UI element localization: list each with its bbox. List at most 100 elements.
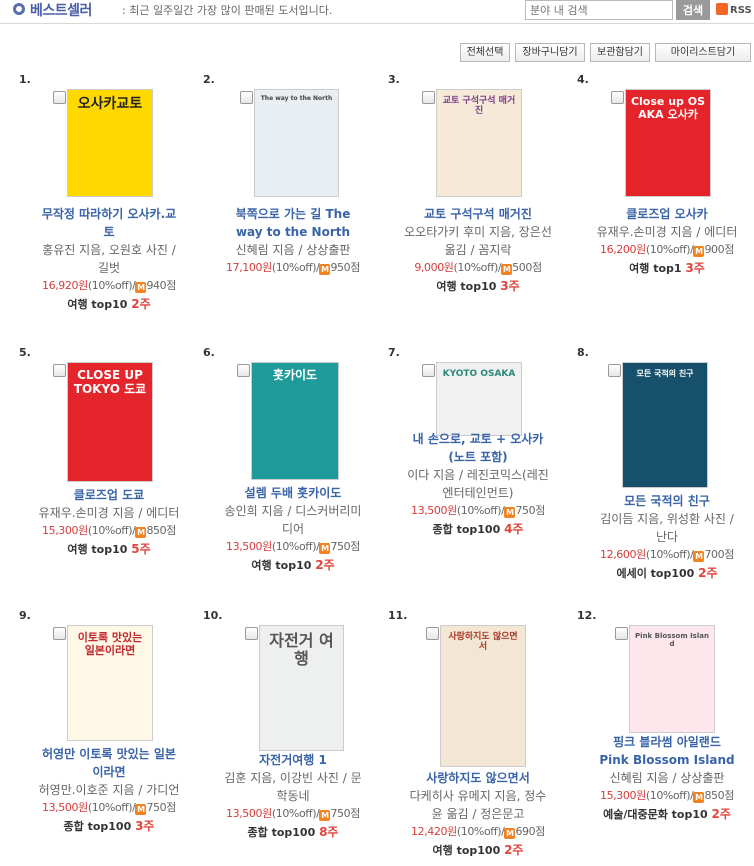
book-title-link[interactable]: 모든 국적의 친구 bbox=[577, 492, 754, 510]
book-cover-image[interactable]: 모든 국적의 친구 bbox=[622, 362, 708, 488]
mileage-points: 950점 bbox=[330, 261, 360, 274]
book-title-link[interactable]: 토 bbox=[19, 223, 199, 241]
mileage-icon: M bbox=[693, 551, 705, 562]
sale-price: 13,500원 bbox=[226, 807, 272, 820]
book-title-link[interactable]: 사랑하지도 않으면서 bbox=[388, 769, 568, 787]
book-item: 6. 홋카이도 설렘 두배 홋카이도 송인희 지음 / 디스커버리미 디어 13,500원… bbox=[203, 346, 391, 606]
book-item: 2. The way to the North 북쪽으로 가는 길 The way t… bbox=[203, 73, 391, 333]
list-actions: 전체선택 장바구니담기 보관함담기 마이리스트담기 bbox=[0, 43, 754, 63]
mileage-icon: M bbox=[504, 507, 516, 518]
book-cover-title: CLOSE UP TOKYO 도쿄 bbox=[73, 368, 147, 396]
book-title-link[interactable]: 교토 구석구석 매거진 bbox=[388, 205, 568, 223]
book-rank: 12. bbox=[577, 609, 597, 622]
mileage-points: 900점 bbox=[704, 243, 734, 256]
book-title-link[interactable]: 클로즈업 오사카 bbox=[577, 205, 754, 223]
book-title-link[interactable]: 내 손으로, 교토 + 오사카 bbox=[388, 430, 568, 448]
book-select-checkbox[interactable] bbox=[422, 91, 435, 104]
mileage-icon: M bbox=[319, 810, 331, 821]
book-select-checkbox[interactable] bbox=[53, 91, 66, 104]
book-item: 7. KYOTO OSAKA 내 손으로, 교토 + 오사카 (노트 포함) 이다 지음… bbox=[388, 346, 576, 606]
weeks-on-chart: 2주 bbox=[698, 566, 718, 580]
rss-link[interactable]: RSS bbox=[716, 3, 752, 16]
book-cover-image[interactable]: 오사카교토 bbox=[67, 89, 153, 197]
book-title-link[interactable]: 자전거여행 1 bbox=[203, 751, 383, 769]
book-info: 허영만 이토록 맛있는 일본 이라면 허영만.이호준 지음 / 가디언 13,500원… bbox=[19, 745, 199, 836]
book-select-checkbox[interactable] bbox=[615, 627, 628, 640]
select-all-button[interactable]: 전체선택 bbox=[460, 43, 510, 62]
book-title-link[interactable]: 클로즈업 도쿄 bbox=[19, 486, 199, 504]
book-cover-title: 홋카이도 bbox=[272, 368, 318, 382]
mileage-points: 750점 bbox=[515, 504, 545, 517]
discount-rate: (10%off)/ bbox=[645, 789, 694, 802]
book-info: 내 손으로, 교토 + 오사카 (노트 포함) 이다 지음 / 레진코믹스(레진 엔터… bbox=[388, 430, 568, 539]
book-cover-image[interactable]: Close up OSAKA 오사카 bbox=[625, 89, 711, 197]
weeks-on-chart: 4주 bbox=[504, 522, 524, 536]
book-cover-image[interactable]: 자전거 여행 bbox=[259, 625, 344, 751]
book-author: 길벗 bbox=[97, 261, 121, 275]
category-label: 여행 top1 bbox=[629, 262, 686, 275]
book-cover-image[interactable]: The way to the North bbox=[254, 89, 339, 197]
book-info: 사랑하지도 않으면서 다케히사 유메지 지음, 정수 윤 옮김 / 정은문고 12,4… bbox=[388, 769, 568, 860]
book-rank: 1. bbox=[19, 73, 31, 86]
book-title-link[interactable]: 무작정 따라하기 오사카.교 bbox=[19, 205, 199, 223]
search-input[interactable] bbox=[525, 0, 673, 20]
book-author: 신혜림 지음 / 상상출판 bbox=[609, 771, 725, 785]
weeks-on-chart: 3주 bbox=[135, 819, 155, 833]
book-category-rank: 종합 top100 4주 bbox=[388, 520, 568, 539]
book-title-link[interactable]: 이라면 bbox=[19, 763, 199, 781]
book-select-checkbox[interactable] bbox=[608, 364, 621, 377]
book-title-link[interactable]: (노트 포함) bbox=[388, 448, 568, 466]
book-author: 윤 옮김 / 정은문고 bbox=[431, 807, 525, 821]
bestseller-header: 베스트셀러 : 최근 일주일간 가장 많이 판매된 도서입니다. 검색 RSS bbox=[0, 0, 754, 24]
book-title-link[interactable]: Pink Blossom Island bbox=[577, 751, 754, 769]
book-rank: 3. bbox=[388, 73, 400, 86]
mileage-points: 940점 bbox=[146, 279, 176, 292]
book-select-checkbox[interactable] bbox=[53, 364, 66, 377]
book-cover-title: The way to the North bbox=[260, 95, 333, 102]
book-select-checkbox[interactable] bbox=[237, 364, 250, 377]
book-select-checkbox[interactable] bbox=[245, 627, 258, 640]
book-title-link[interactable]: 설렘 두배 홋카이도 bbox=[203, 484, 383, 502]
book-price: 12,420원(10%off)/M 690점 bbox=[388, 823, 568, 841]
book-cover-image[interactable]: CLOSE UP TOKYO 도쿄 bbox=[67, 362, 153, 482]
category-label: 종합 top100 bbox=[432, 523, 505, 536]
book-select-checkbox[interactable] bbox=[422, 364, 435, 377]
book-select-checkbox[interactable] bbox=[426, 627, 439, 640]
book-info: 자전거여행 1 김훈 지음, 이강빈 사진 / 문 학동네 13,500원(10%of… bbox=[203, 751, 383, 842]
book-title-link[interactable]: way to the North bbox=[203, 223, 383, 241]
mileage-points: 750점 bbox=[330, 807, 360, 820]
book-cover-image[interactable]: Pink Blossom Island bbox=[629, 625, 715, 733]
weeks-on-chart: 8주 bbox=[319, 825, 339, 839]
add-to-cart-button[interactable]: 장바구니담기 bbox=[515, 43, 585, 62]
mileage-icon: M bbox=[693, 246, 705, 257]
book-info: 핑크 블라썸 아일랜드 Pink Blossom Island 신혜림 지음 / 상… bbox=[577, 733, 754, 824]
add-to-mylist-button[interactable]: 마이리스트담기 bbox=[655, 43, 751, 62]
book-cover-image[interactable]: KYOTO OSAKA bbox=[436, 362, 522, 436]
discount-rate: (10%off)/ bbox=[87, 801, 136, 814]
book-item: 10. 자전거 여행 자전거여행 1 김훈 지음, 이강빈 사진 / 문 학동네 13,5… bbox=[203, 609, 391, 866]
book-author: 유재우.손미경 지음 / 에디터 bbox=[38, 506, 180, 520]
book-rank: 7. bbox=[388, 346, 400, 359]
book-title-link[interactable]: 북쪽으로 가는 길 The bbox=[203, 205, 383, 223]
search-button[interactable]: 검색 bbox=[676, 0, 710, 20]
add-to-wishlist-button[interactable]: 보관함담기 bbox=[590, 43, 650, 62]
book-cover-image[interactable]: 사랑하지도 않으면서 bbox=[440, 625, 526, 767]
book-price: 13,500원(10%off)/M 750점 bbox=[19, 799, 199, 817]
book-rank: 2. bbox=[203, 73, 215, 86]
section-bullet-icon bbox=[13, 3, 25, 15]
book-price: 13,500원(10%off)/M 750점 bbox=[203, 538, 383, 556]
book-rank: 5. bbox=[19, 346, 31, 359]
book-author: 엔터테인먼트) bbox=[442, 486, 514, 500]
book-select-checkbox[interactable] bbox=[53, 627, 66, 640]
book-cover-image[interactable]: 이토록 맛있는 일본이라면 bbox=[67, 625, 153, 741]
book-cover-image[interactable]: 홋카이도 bbox=[251, 362, 339, 480]
book-select-checkbox[interactable] bbox=[240, 91, 253, 104]
book-cover-title: 이토록 맛있는 일본이라면 bbox=[77, 631, 143, 657]
book-title-link[interactable]: 핑크 블라썸 아일랜드 bbox=[577, 733, 754, 751]
book-cover-image[interactable]: 교토 구석구석 매거진 bbox=[436, 89, 522, 197]
mileage-points: 850점 bbox=[146, 524, 176, 537]
discount-rate: (10%off)/ bbox=[456, 504, 505, 517]
book-title-link[interactable]: 허영만 이토록 맛있는 일본 bbox=[19, 745, 199, 763]
discount-rate: (10%off)/ bbox=[271, 540, 320, 553]
book-select-checkbox[interactable] bbox=[611, 91, 624, 104]
